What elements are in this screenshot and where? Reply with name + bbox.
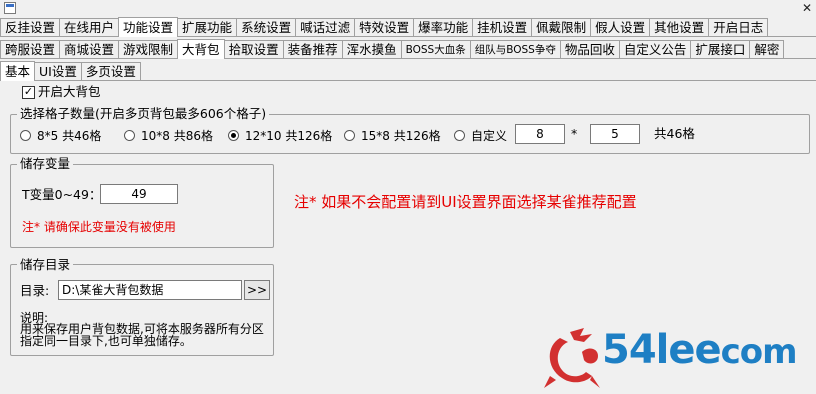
tab-row1-4[interactable]: 系统设置 <box>236 18 297 36</box>
tab-row1-7[interactable]: 爆率功能 <box>413 18 474 36</box>
radio-8x5-label: 8*5 共46格 <box>37 128 102 143</box>
tab-row2-8[interactable]: 组队与BOSS争夺 <box>469 40 561 58</box>
var-warning: 注* 请确保此变量没有被使用 <box>22 220 176 234</box>
custom-width-field[interactable]: 8 <box>515 124 565 144</box>
radio-custom[interactable]: 自定义 <box>454 128 508 143</box>
top-tab-row-2: 跨服设置 商城设置 游戏限制 大背包 拾取设置 装备推荐 浑水摸鱼 BOSS大血条 组队与BOS… <box>0 38 816 59</box>
tab-row2-11[interactable]: 扩展接口 <box>690 40 751 58</box>
tab-row2-6[interactable]: 浑水摸鱼 <box>341 40 402 58</box>
tab-row1-1[interactable]: 在线用户 <box>59 18 120 36</box>
t-var-label: T变量0~49： <box>22 187 102 202</box>
sub-tab-2[interactable]: 多页设置 <box>80 62 141 80</box>
dir-path-field[interactable]: D:\某雀大背包数据 <box>58 280 242 300</box>
config-note: 注* 如果不会配置请到UI设置界面选择某雀推荐配置 <box>294 193 637 211</box>
enable-bag-label: 开启大背包 <box>38 84 101 99</box>
sub-tab-1[interactable]: UI设置 <box>34 62 82 80</box>
watermark-suffix: com <box>720 332 798 372</box>
radio-10x8[interactable]: 10*8 共86格 <box>124 128 213 143</box>
slot-count-legend: 选择格子数量(开启多页背包最多606个格子) <box>17 107 270 121</box>
site-watermark: 54leecom <box>540 318 816 391</box>
radio-custom-label: 自定义 <box>471 128 508 143</box>
tab-row2-0[interactable]: 跨服设置 <box>0 40 61 58</box>
dir-label: 目录: <box>20 283 50 298</box>
radio-15x8-label: 15*8 共126格 <box>361 128 441 143</box>
tab-row1-11[interactable]: 其他设置 <box>649 18 710 36</box>
radio-custom-dot <box>454 129 465 141</box>
radio-10x8-dot <box>124 129 135 141</box>
tab-row1-12[interactable]: 开启日志 <box>708 18 769 36</box>
radio-15x8-dot <box>344 129 355 141</box>
tab-row2-9[interactable]: 物品回收 <box>559 40 620 58</box>
tab-row1-10[interactable]: 假人设置 <box>590 18 651 36</box>
tab-row2-10[interactable]: 自定义公告 <box>618 40 692 58</box>
browse-button[interactable]: >> <box>244 280 270 300</box>
tab-row2-5[interactable]: 装备推荐 <box>282 40 343 58</box>
tab-row2-3[interactable]: 大背包 <box>177 39 225 59</box>
tab-row1-6[interactable]: 特效设置 <box>354 18 415 36</box>
custom-height-field[interactable]: 5 <box>590 124 640 144</box>
radio-12x10-dot <box>228 129 239 141</box>
storage-var-group <box>10 164 274 248</box>
desc-line-2: 指定同一目录下,也可单独储存。 <box>20 334 192 348</box>
radio-8x5[interactable]: 8*5 共46格 <box>20 128 102 143</box>
tab-row1-9[interactable]: 佩戴限制 <box>531 18 592 36</box>
tab-row1-8[interactable]: 挂机设置 <box>472 18 533 36</box>
sub-tab-row: 基本 UI设置 多页设置 <box>0 60 816 81</box>
radio-15x8[interactable]: 15*8 共126格 <box>344 128 441 143</box>
tab-row2-1[interactable]: 商城设置 <box>59 40 120 58</box>
tab-row1-3[interactable]: 扩展功能 <box>177 18 238 36</box>
radio-10x8-label: 10*8 共86格 <box>141 128 213 143</box>
tab-row2-4[interactable]: 拾取设置 <box>223 40 284 58</box>
sub-tab-0[interactable]: 基本 <box>0 61 36 81</box>
top-tab-row-1: 反挂设置 在线用户 功能设置 扩展功能 系统设置 喊话过滤 特效设置 爆率功能 挂机设置 佩戴限制… <box>0 16 816 37</box>
custom-total-label: 共46格 <box>654 126 695 141</box>
storage-dir-legend: 储存目录 <box>17 258 74 272</box>
tab-row2-7[interactable]: BOSS大血条 <box>400 40 471 58</box>
app-icon <box>4 2 16 14</box>
tab-row1-0[interactable]: 反挂设置 <box>0 18 61 36</box>
tab-row1-5[interactable]: 喊话过滤 <box>295 18 356 36</box>
radio-12x10-label: 12*10 共126格 <box>245 128 333 143</box>
enable-bag-checkbox[interactable]: ✓ <box>22 86 35 99</box>
watermark-text: 54lee <box>602 327 722 373</box>
multiply-sign: * <box>571 126 578 141</box>
close-icon[interactable]: ✕ <box>802 0 812 16</box>
t-var-field[interactable]: 49 <box>100 184 178 204</box>
storage-var-legend: 储存变量 <box>17 157 74 171</box>
tab-row1-2[interactable]: 功能设置 <box>118 17 179 37</box>
tab-row2-12[interactable]: 解密 <box>749 40 785 58</box>
tab-row2-2[interactable]: 游戏限制 <box>118 40 179 58</box>
radio-12x10[interactable]: 12*10 共126格 <box>228 128 333 143</box>
radio-8x5-dot <box>20 129 31 141</box>
window-titlebar: ✕ <box>0 0 816 16</box>
